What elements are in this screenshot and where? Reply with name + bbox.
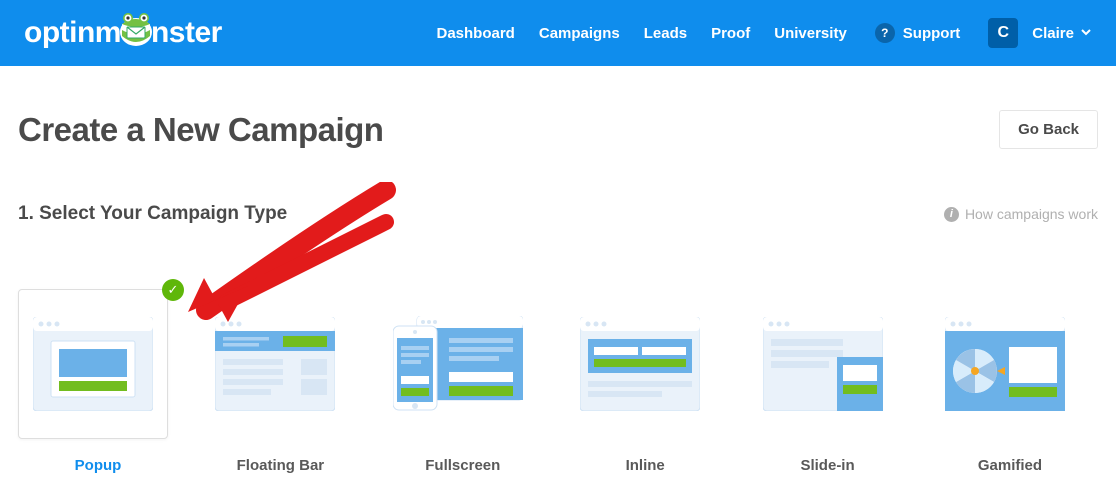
brand-logo[interactable]: optinm nster bbox=[24, 16, 222, 50]
type-label: Gamified bbox=[930, 457, 1090, 474]
brand-text-left: optinm bbox=[24, 16, 121, 50]
nav-leads[interactable]: Leads bbox=[644, 25, 687, 42]
checkmark-icon: ✓ bbox=[162, 279, 184, 301]
type-thumb-floating-bar bbox=[200, 289, 350, 439]
how-label: How campaigns work bbox=[965, 206, 1098, 222]
type-fullscreen[interactable]: Fullscreen bbox=[383, 289, 543, 474]
how-campaigns-work-link[interactable]: i How campaigns work bbox=[944, 206, 1098, 222]
support-link[interactable]: ? Support bbox=[875, 23, 961, 43]
user-avatar[interactable]: C bbox=[988, 18, 1018, 48]
go-back-button[interactable]: Go Back bbox=[999, 110, 1098, 149]
type-gamified[interactable]: Gamified bbox=[930, 289, 1090, 474]
info-icon: i bbox=[944, 207, 959, 222]
top-nav: optinm nster Dashboard Campaigns Leads P… bbox=[0, 0, 1116, 66]
chevron-down-icon bbox=[1080, 25, 1092, 42]
page-content: Create a New Campaign Go Back 1. Select … bbox=[0, 110, 1116, 474]
type-thumb-inline bbox=[565, 289, 715, 439]
support-label: Support bbox=[903, 25, 961, 42]
page-title: Create a New Campaign bbox=[18, 111, 383, 149]
campaign-type-list: ✓ Popup bbox=[18, 289, 1098, 474]
type-thumb-gamified bbox=[930, 289, 1080, 439]
nav-dashboard[interactable]: Dashboard bbox=[437, 25, 515, 42]
nav-university[interactable]: University bbox=[774, 25, 847, 42]
type-label: Fullscreen bbox=[383, 457, 543, 474]
type-inline[interactable]: Inline bbox=[565, 289, 725, 474]
type-popup[interactable]: ✓ Popup bbox=[18, 289, 178, 474]
type-thumb-fullscreen bbox=[383, 289, 533, 439]
user-name-label: Claire bbox=[1032, 25, 1074, 42]
step-heading: 1. Select Your Campaign Type bbox=[18, 203, 287, 225]
type-slide-in[interactable]: Slide-in bbox=[748, 289, 908, 474]
type-thumb-slide-in bbox=[748, 289, 898, 439]
nav-proof[interactable]: Proof bbox=[711, 25, 750, 42]
type-floating-bar[interactable]: Floating Bar bbox=[200, 289, 360, 474]
type-thumb-popup bbox=[18, 289, 168, 439]
type-label: Inline bbox=[565, 457, 725, 474]
type-label: Popup bbox=[18, 457, 178, 474]
user-menu[interactable]: Claire bbox=[1032, 25, 1092, 42]
type-label: Floating Bar bbox=[200, 457, 360, 474]
brand-text-right: nster bbox=[151, 16, 222, 50]
question-icon: ? bbox=[875, 23, 895, 43]
mascot-icon bbox=[119, 16, 153, 50]
type-label: Slide-in bbox=[748, 457, 908, 474]
nav-campaigns[interactable]: Campaigns bbox=[539, 25, 620, 42]
